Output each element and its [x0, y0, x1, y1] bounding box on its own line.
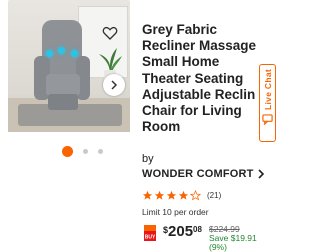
product-photo	[8, 0, 130, 132]
price-cents: 08	[193, 225, 202, 234]
plant-graphic	[99, 48, 122, 72]
next-image-button[interactable]	[103, 74, 125, 96]
star-icon	[142, 190, 153, 200]
product-image-carousel[interactable]	[0, 0, 134, 140]
carousel-dot[interactable]	[83, 149, 88, 154]
price-currency: $	[163, 225, 169, 235]
save-percent: (9%)	[209, 242, 227, 252]
carousel-dot[interactable]	[98, 149, 103, 154]
chair-seat	[46, 74, 80, 96]
star-icon	[166, 190, 177, 200]
massage-light	[58, 47, 65, 54]
buy-badge-icon: BUY	[144, 225, 156, 241]
limit-text: Limit 10 per order	[142, 207, 209, 217]
title-line: Grey Fabric	[142, 22, 218, 37]
rating-stars[interactable]: (21)	[142, 190, 221, 201]
title-line: Theater Seating	[142, 70, 244, 86]
title-line: Recliner Massage	[142, 38, 257, 54]
massage-light	[71, 50, 78, 57]
title-line: Adjustable Reclin	[142, 86, 256, 102]
brand-name: WONDER COMFORT	[142, 168, 254, 180]
price: $20508	[163, 223, 202, 241]
chair-footrest	[48, 94, 78, 110]
live-chat-button[interactable]: Live Chat	[259, 64, 276, 142]
live-chat-label: Live Chat	[262, 69, 273, 110]
star-icon	[178, 190, 189, 200]
brand-link[interactable]: WONDER COMFORT	[142, 168, 265, 180]
price-whole: 205	[168, 223, 194, 240]
rating-count: (21)	[207, 191, 222, 200]
by-label: by	[142, 153, 154, 165]
heart-icon	[102, 26, 118, 40]
product-title: Grey Fabric Recliner Massage Small Home …	[142, 22, 266, 135]
chevron-right-icon	[111, 80, 118, 90]
svg-text:BUY: BUY	[145, 235, 156, 241]
massage-light	[46, 50, 53, 57]
chevron-right-icon	[258, 169, 264, 179]
carousel-indicator	[62, 146, 103, 157]
title-line: Chair for Living	[142, 103, 242, 119]
favorite-button[interactable]	[101, 24, 119, 42]
star-icon	[154, 190, 165, 200]
chat-icon	[262, 114, 273, 125]
title-line: Room	[142, 119, 181, 135]
title-line: Small Home	[142, 54, 220, 70]
star-empty-icon	[190, 190, 201, 201]
carousel-dot-active[interactable]	[62, 146, 73, 157]
